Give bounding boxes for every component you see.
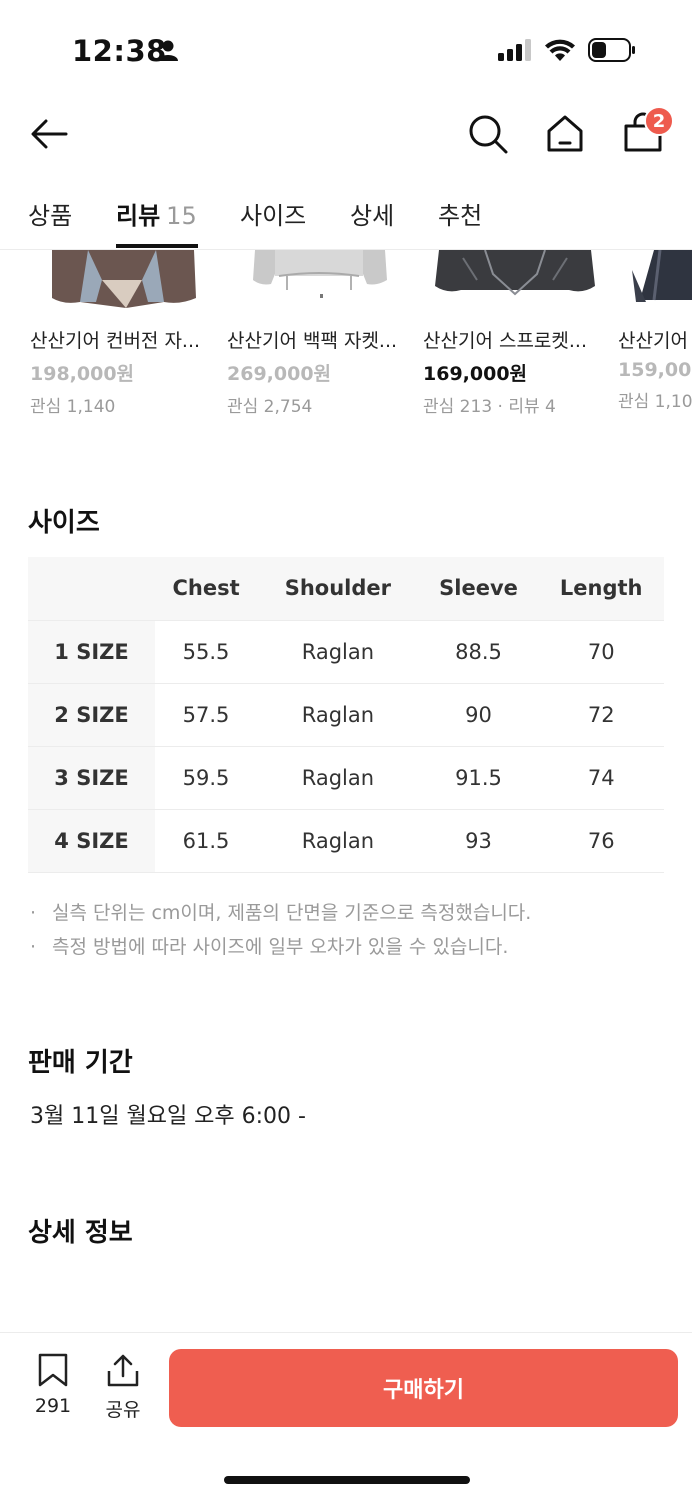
tab-product[interactable]: 상품 — [28, 196, 72, 231]
size-label: 4 SIZE — [28, 809, 155, 873]
note-item: · 측정 방법에 따라 사이즈에 일부 오차가 있을 수 있습니다. — [30, 930, 531, 964]
share-label: 공유 — [105, 1399, 141, 1421]
product-name: 산산기어 컨버전 자... — [30, 330, 201, 352]
share-icon — [107, 1354, 139, 1387]
header-chest: Chest — [155, 557, 258, 621]
product-card[interactable]: 산산기어 컨버전 자... 198,000원 관심 1,140 — [30, 250, 214, 417]
signal-icon — [498, 39, 532, 65]
product-meta: 관심 2,754 — [227, 397, 313, 417]
shoulder-value: Raglan — [257, 620, 419, 684]
product-name: 산산기어 — [618, 330, 688, 352]
product-card[interactable]: 산산기어 159,000 관심 1,10 — [618, 250, 692, 412]
detail-info-title: 상세 정보 — [28, 1218, 133, 1248]
bookmark-count: 291 — [34, 1395, 72, 1417]
product-image — [423, 250, 607, 312]
chest-value: 57.5 — [155, 683, 258, 747]
size-table-corner — [28, 557, 155, 621]
size-label: 3 SIZE — [28, 746, 155, 810]
header-length: Length — [538, 557, 664, 621]
tab-size[interactable]: 사이즈 — [240, 196, 306, 231]
product-meta: 관심 213 · 리뷰 4 — [423, 397, 556, 417]
note-text: 실측 단위는 cm이며, 제품의 단면을 기준으로 측정했습니다. — [52, 902, 532, 924]
product-price: 159,000 — [618, 359, 692, 381]
size-table-header: Chest Shoulder Sleeve Length — [28, 557, 664, 621]
size-section-title: 사이즈 — [28, 508, 100, 538]
sleeve-value: 90 — [418, 683, 539, 747]
size-label: 2 SIZE — [28, 683, 155, 747]
active-tab-indicator — [116, 244, 198, 248]
product-image — [227, 250, 411, 312]
product-card[interactable]: 산산기어 백팩 자켓... 269,000원 관심 2,754 — [227, 250, 411, 417]
home-indicator — [224, 1476, 470, 1484]
size-table: Chest Shoulder Sleeve Length 1 SIZE 55.5… — [28, 557, 664, 873]
status-bar: 12:38 — [0, 0, 692, 100]
bullet-icon: · — [30, 936, 37, 958]
product-meta: 관심 1,10 — [618, 392, 692, 412]
sleeve-value: 88.5 — [418, 620, 539, 684]
tab-recommend[interactable]: 추천 — [438, 196, 482, 231]
chest-value: 59.5 — [155, 746, 258, 810]
person-icon — [158, 40, 178, 66]
tab-review[interactable]: 리뷰 15 — [116, 196, 197, 231]
product-meta: 관심 1,140 — [30, 397, 116, 417]
recommended-products: 산산기어 컨버전 자... 198,000원 관심 1,140 산산기어 백팩 … — [0, 250, 692, 420]
chest-value: 61.5 — [155, 809, 258, 873]
header-sleeve: Sleeve — [418, 557, 539, 621]
shoulder-value: Raglan — [257, 746, 419, 810]
shoulder-value: Raglan — [257, 809, 419, 873]
size-notes: · 실측 단위는 cm이며, 제품의 단면을 기준으로 측정했습니다. · 측정 방… — [30, 896, 531, 964]
table-row: 4 SIZE 61.5 Raglan 93 76 — [28, 809, 664, 873]
share-button[interactable]: 공유 — [100, 1353, 146, 1422]
tab-review-count: 15 — [166, 202, 197, 230]
sale-period-value: 3월 11일 월요일 오후 6:00 - — [30, 1104, 306, 1129]
section-tabs: 상품 리뷰 15 사이즈 상세 추천 — [0, 188, 692, 250]
bottom-action-bar: 291 공유 구매하기 — [0, 1332, 692, 1500]
product-price: 269,000원 — [227, 363, 332, 385]
buy-button[interactable]: 구매하기 — [169, 1349, 678, 1427]
bookmark-icon — [38, 1353, 68, 1387]
product-price: 198,000원 — [30, 363, 135, 385]
product-name: 산산기어 백팩 자켓... — [227, 330, 398, 352]
chest-value: 55.5 — [155, 620, 258, 684]
status-time: 12:38 — [72, 34, 167, 68]
product-image — [618, 250, 692, 312]
table-row: 1 SIZE 55.5 Raglan 88.5 70 — [28, 620, 664, 684]
search-icon[interactable] — [466, 112, 510, 156]
product-price: 169,000원 — [423, 363, 528, 385]
length-value: 76 — [538, 809, 664, 873]
length-value: 70 — [538, 620, 664, 684]
back-arrow-icon[interactable] — [28, 112, 72, 156]
wifi-icon — [544, 38, 576, 66]
note-item: · 실측 단위는 cm이며, 제품의 단면을 기준으로 측정했습니다. — [30, 896, 531, 930]
battery-icon — [588, 38, 636, 66]
bullet-icon: · — [30, 902, 37, 924]
product-name: 산산기어 스프로켓... — [423, 330, 587, 352]
product-card[interactable]: 산산기어 스프로켓... 169,000원 관심 213 · 리뷰 4 — [423, 250, 607, 417]
shoulder-value: Raglan — [257, 683, 419, 747]
length-value: 72 — [538, 683, 664, 747]
size-label: 1 SIZE — [28, 620, 155, 684]
product-image — [30, 250, 214, 312]
tab-review-label: 리뷰 — [116, 202, 161, 230]
sleeve-value: 93 — [418, 809, 539, 873]
table-row: 3 SIZE 59.5 Raglan 91.5 74 — [28, 746, 664, 810]
sleeve-value: 91.5 — [418, 746, 539, 810]
table-row: 2 SIZE 57.5 Raglan 90 72 — [28, 683, 664, 747]
cart-count-badge: 2 — [644, 106, 674, 136]
bookmark-button[interactable]: 291 — [30, 1353, 76, 1417]
length-value: 74 — [538, 746, 664, 810]
home-icon[interactable] — [543, 112, 587, 156]
sale-period-title: 판매 기간 — [28, 1048, 133, 1078]
tab-detail[interactable]: 상세 — [350, 196, 394, 231]
note-text: 측정 방법에 따라 사이즈에 일부 오차가 있을 수 있습니다. — [52, 936, 509, 958]
header-shoulder: Shoulder — [257, 557, 419, 621]
